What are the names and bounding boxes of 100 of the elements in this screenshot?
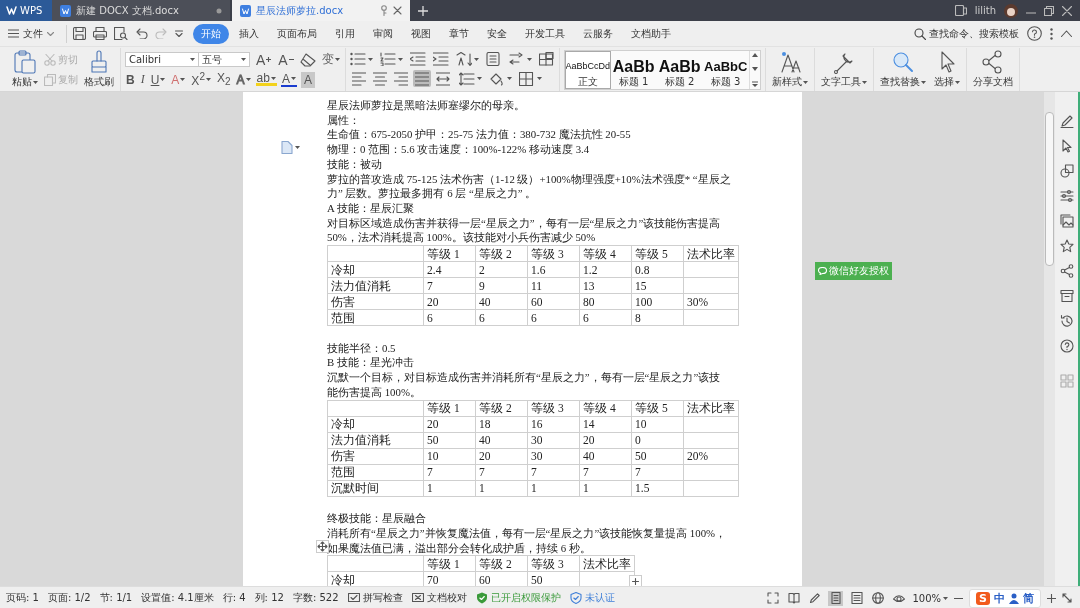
format-painter-button[interactable]: 格式刷 [82,48,116,91]
collapse-icon[interactable] [1061,30,1072,37]
select-button[interactable]: 选择 [931,48,962,91]
style-item[interactable]: AaBb 标题 2 [656,50,703,89]
menu-tab[interactable]: 页面布局 [269,23,325,44]
fit-icon[interactable] [1062,593,1072,603]
status-button[interactable]: 拼写检查 [347,591,403,605]
page-view-button[interactable] [828,590,844,606]
style-item[interactable]: AaBbCcDd 正文 [564,50,611,89]
pin-icon[interactable] [380,5,388,16]
search-icon[interactable] [914,27,926,40]
print-preview-icon[interactable] [114,27,128,40]
menu-tab[interactable]: 安全 [479,23,515,44]
text-tools-button[interactable]: 文字工具 [818,48,869,91]
user-name[interactable]: lilith [974,5,996,16]
layout-icon[interactable] [485,52,502,66]
menu-tab[interactable]: 视图 [403,23,439,44]
decrease-indent-icon[interactable] [409,52,426,66]
font-size-field[interactable]: 五号 [198,52,250,67]
text-direction-icon[interactable] [455,52,472,66]
scroll-down-icon[interactable] [751,66,758,71]
menu-tab[interactable]: 审阅 [365,23,401,44]
close-icon[interactable] [1062,5,1072,16]
menu-tab[interactable]: 章节 [441,23,477,44]
menu-tab[interactable]: 开发工具 [517,23,573,44]
eraser-icon[interactable] [299,52,316,67]
menu-tab[interactable]: 开始 [193,23,229,44]
zoom-level[interactable]: 100% [912,592,949,604]
share-icon[interactable] [1059,264,1074,278]
effect-button[interactable]: A [235,71,252,88]
style-item[interactable]: AaBbC 标题 3 [702,50,749,89]
phonetic-button[interactable]: 变 [320,51,341,68]
shapes-icon[interactable] [1059,164,1074,178]
help-icon[interactable] [1059,339,1074,353]
borders-icon[interactable] [538,52,555,66]
shade-button[interactable]: A [300,71,315,88]
bullet-list-icon[interactable] [349,52,366,66]
subscript-button[interactable]: X$_{2}$ [215,71,232,88]
book-button[interactable] [786,590,802,606]
table-move-handle-icon[interactable] [316,540,329,553]
more-styles-icon[interactable] [751,80,758,87]
sliders-icon[interactable] [1059,189,1074,203]
customize-icon[interactable] [175,30,183,37]
close-icon[interactable] [393,6,402,15]
restore-icon[interactable] [1044,5,1054,16]
pen-icon[interactable] [1059,114,1074,128]
scroll-up-icon[interactable] [751,52,758,57]
highlight-button[interactable]: ab [255,73,277,86]
font-name-field[interactable]: Calibri [125,52,199,67]
paragraph-marker-icon[interactable] [281,141,293,154]
more-icon[interactable] [1050,27,1053,40]
print-icon[interactable] [93,27,107,40]
scrollbar-thumb[interactable] [1045,112,1054,266]
star-icon[interactable] [1059,239,1074,253]
save-icon[interactable] [73,27,86,40]
menu-tab[interactable]: 云服务 [575,23,621,44]
align-distributed-button[interactable] [433,70,452,87]
italic-button[interactable]: I [139,71,146,88]
avatar[interactable] [1004,3,1018,18]
superscript-button[interactable]: X$^{2}$ [190,71,212,88]
file-menu[interactable]: 文件 [8,26,60,41]
help-icon[interactable] [1027,26,1042,41]
bold-button[interactable]: B [125,71,136,88]
align-justify-button[interactable] [412,70,431,87]
pen-button[interactable] [807,590,823,606]
numbered-list-icon[interactable] [379,52,396,66]
shading-icon[interactable] [488,71,505,86]
menu-tab[interactable]: 文档助手 [623,23,679,44]
document-tab[interactable]: 星辰法师萝拉.docx [232,0,410,21]
status-link[interactable]: 未认证 [569,591,615,605]
globe-button[interactable] [870,590,886,606]
menu-tab[interactable]: 引用 [327,23,363,44]
paste-button[interactable]: 粘贴 [10,48,40,91]
new-style-button[interactable]: 新样式 [769,48,810,91]
archive-icon[interactable] [1059,289,1074,303]
status-button[interactable]: 文档校对 [411,591,467,605]
color-button[interactable]: A [280,72,297,87]
share-button[interactable]: 分享文档 [970,48,1015,91]
sort-icon[interactable] [508,52,525,66]
outline-view-button[interactable] [849,590,865,606]
find-replace-button[interactable]: 查找替换 [877,48,928,91]
underline-button[interactable]: U [149,71,167,88]
image-icon[interactable] [1059,214,1074,228]
undo-icon[interactable] [135,28,148,39]
input-method-bar[interactable]: S 中 简 [969,588,1041,608]
document-tab[interactable]: 新建 DOCX 文档.docx [52,0,230,21]
search-hint[interactable]: 查找命令、搜索模板 [929,26,1019,41]
table-borders-icon[interactable] [518,71,535,86]
shrink-font-button[interactable]: A [277,51,295,68]
tablet-icon[interactable] [954,5,967,16]
dot-icon[interactable] [216,7,222,14]
cursor-icon[interactable] [1059,139,1074,153]
increase-indent-icon[interactable] [432,52,449,66]
app-tab[interactable]: WPS [0,0,52,21]
menu-tab[interactable]: 插入 [231,23,267,44]
zoom-in-icon[interactable] [1047,593,1056,603]
style-item[interactable]: AaBb 标题 1 [610,50,657,89]
line-spacing-icon[interactable] [458,71,475,86]
add-row-icon[interactable] [629,575,642,586]
grow-font-button[interactable]: A [255,51,273,68]
